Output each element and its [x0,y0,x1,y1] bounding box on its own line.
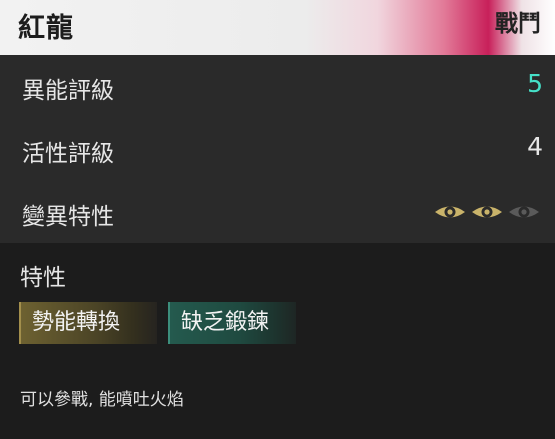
stat-label: 異能評級 [22,78,114,104]
stat-row-mutation-trait: 變異特性 [0,181,555,243]
creature-description: 可以參戰, 能噴吐火焰 [20,390,184,410]
stat-label: 活性評級 [22,141,114,167]
stat-value: 5 [527,69,543,98]
header-banner: 紅龍 戰鬥 [0,0,555,55]
eye-empty-icon [509,206,539,218]
mutation-eye-rating [433,201,541,223]
trait-tag-lack-of-training[interactable]: 缺乏鍛鍊 [168,302,296,344]
trait-tag-momentum-conversion[interactable]: 勢能轉換 [19,302,157,344]
creature-name: 紅龍 [18,13,74,44]
eye-icon [435,206,465,218]
stats-panel: 異能評級 5 活性評級 4 變異特性 [0,55,555,243]
stat-label: 變異特性 [22,204,114,230]
stat-row-ability-rating: 異能評級 5 [0,55,555,117]
stat-row-activity-rating: 活性評級 4 [0,118,555,180]
eye-icon [472,206,502,218]
stat-value: 4 [527,132,543,161]
category-label: 戰鬥 [495,11,541,37]
traits-heading: 特性 [20,265,66,291]
